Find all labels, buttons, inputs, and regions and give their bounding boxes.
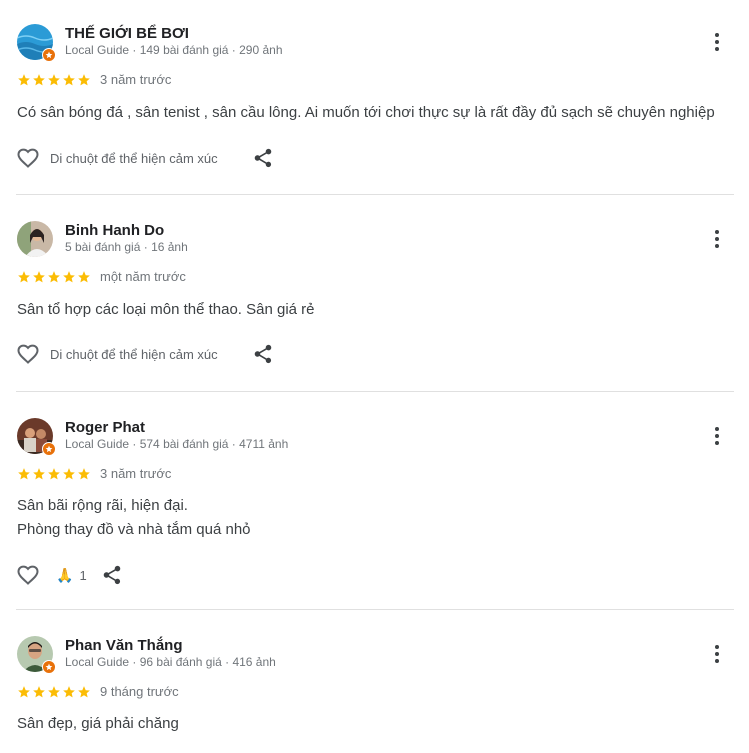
- review-text-line: Phòng thay đồ và nhà tắm quá nhỏ: [17, 521, 251, 538]
- star-icon: [33, 468, 45, 480]
- review-text: Có sân bóng đá , sân tenist , sân cầu lô…: [17, 101, 715, 125]
- avatar[interactable]: [17, 221, 53, 257]
- share-icon[interactable]: [101, 564, 123, 586]
- reviewer-name[interactable]: Roger Phat: [65, 419, 145, 436]
- reaction-count: 1: [79, 567, 87, 583]
- heart-outline-icon[interactable]: [16, 146, 40, 170]
- star-icon: [48, 468, 60, 480]
- share-icon[interactable]: [252, 343, 274, 365]
- star-icon: [18, 74, 30, 86]
- review-text: Sân tổ hợp các loại môn thể thao. Sân gi…: [17, 298, 315, 322]
- star-rating: [17, 270, 91, 284]
- avatar[interactable]: [17, 24, 56, 62]
- more-options-button[interactable]: [707, 424, 727, 448]
- star-icon: [78, 74, 90, 86]
- share-icon[interactable]: [252, 147, 274, 169]
- review-actions: Di chuột để thể hiện cảm xúc: [16, 342, 274, 366]
- reviewer-name[interactable]: THẾ GIỚI BỂ BƠI: [65, 25, 189, 42]
- star-icon: [48, 271, 60, 283]
- review-card: THẾ GIỚI BỂ BƠI Local Guide · 149 bài đá…: [0, 0, 749, 195]
- review-time: một năm trước: [100, 269, 186, 284]
- star-icon: [48, 686, 60, 698]
- review-text: Sân bãi rộng rãi, hiện đại. Phòng thay đ…: [17, 494, 251, 542]
- heart-outline-icon[interactable]: [16, 563, 40, 587]
- more-options-button[interactable]: [707, 642, 727, 666]
- star-icon: [63, 686, 75, 698]
- star-icon: [78, 271, 90, 283]
- reaction-summary[interactable]: 🙏 1: [56, 567, 87, 584]
- star-icon: [33, 686, 45, 698]
- review-time: 3 năm trước: [100, 72, 172, 87]
- avatar-image: [17, 221, 53, 257]
- review-time: 3 năm trước: [100, 466, 172, 481]
- star-icon: [63, 271, 75, 283]
- review-card: Binh Hanh Do 5 bài đánh giá · 16 ảnh một…: [0, 195, 749, 392]
- more-options-button[interactable]: [707, 227, 727, 251]
- local-guide-badge-icon: [42, 48, 56, 62]
- reaction-hint: Di chuột để thể hiện cảm xúc: [50, 346, 218, 362]
- star-icon: [78, 686, 90, 698]
- review-text-line: Sân tổ hợp các loại môn thể thao. Sân gi…: [17, 301, 315, 318]
- local-guide-badge-icon: [42, 442, 56, 456]
- star-icon: [18, 271, 30, 283]
- review-text-line: Sân bãi rộng rãi, hiện đại.: [17, 497, 188, 514]
- reaction-hint: Di chuột để thể hiện cảm xúc: [50, 150, 218, 166]
- avatar[interactable]: [17, 418, 56, 456]
- reviewer-meta: Local Guide · 96 bài đánh giá · 416 ảnh: [65, 655, 276, 669]
- star-icon: [18, 686, 30, 698]
- review-time: 9 tháng trước: [100, 684, 179, 699]
- heart-outline-icon[interactable]: [16, 342, 40, 366]
- review-actions: 🙏 1: [16, 563, 123, 587]
- star-rating: [17, 685, 91, 699]
- star-icon: [63, 468, 75, 480]
- star-rating: [17, 467, 91, 481]
- reviewer-meta: 5 bài đánh giá · 16 ảnh: [65, 240, 188, 254]
- reviewer-name[interactable]: Phan Văn Thắng: [65, 637, 183, 654]
- star-icon: [18, 468, 30, 480]
- star-icon: [33, 74, 45, 86]
- star-icon: [33, 271, 45, 283]
- local-guide-badge-icon: [42, 660, 56, 674]
- review-text: Sân đẹp, giá phải chăng: [17, 712, 179, 736]
- avatar[interactable]: [17, 636, 56, 674]
- pray-emoji-icon: 🙏: [56, 566, 74, 583]
- review-card: Roger Phat Local Guide · 574 bài đánh gi…: [0, 392, 749, 610]
- review-actions: Di chuột để thể hiện cảm xúc: [16, 146, 274, 170]
- star-icon: [48, 74, 60, 86]
- review-text-line: Sân đẹp, giá phải chăng: [17, 715, 179, 732]
- review-card: Phan Văn Thắng Local Guide · 96 bài đánh…: [0, 610, 749, 753]
- star-icon: [78, 468, 90, 480]
- reviewer-name[interactable]: Binh Hanh Do: [65, 222, 164, 239]
- reviewer-meta: Local Guide · 149 bài đánh giá · 290 ảnh: [65, 43, 283, 57]
- review-text-line: Có sân bóng đá , sân tenist , sân cầu lô…: [17, 104, 715, 121]
- star-rating: [17, 73, 91, 87]
- star-icon: [63, 74, 75, 86]
- more-options-button[interactable]: [707, 30, 727, 54]
- reviewer-meta: Local Guide · 574 bài đánh giá · 4711 ản…: [65, 437, 289, 451]
